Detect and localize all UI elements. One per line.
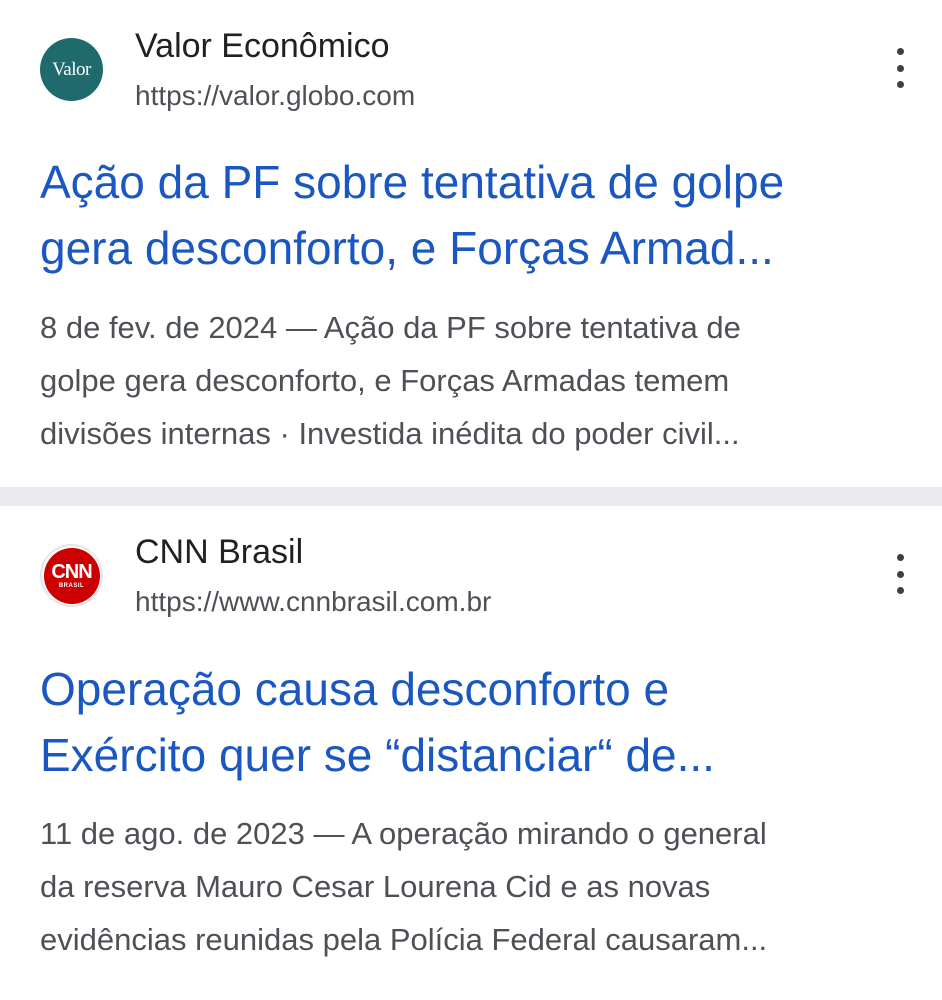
valor-logo-text: Valor: [52, 58, 91, 80]
result-title-line[interactable]: Operação causa desconforto e: [40, 656, 910, 722]
result-title-line[interactable]: Exército quer se “distanciar“ de...: [40, 722, 910, 788]
search-result-valor: Valor Valor Econômico https://valor.glob…: [0, 0, 942, 487]
snippet-line: da reserva Mauro Cesar Lourena Cid e as …: [40, 869, 711, 904]
site-url: https://valor.globo.com: [135, 80, 416, 111]
more-options-icon[interactable]: [888, 48, 912, 88]
snippet-line: evidências reunidas pela Polícia Federal…: [40, 922, 768, 957]
snippet-line: 11 de ago. de 2023 — A operação mirando …: [40, 816, 767, 851]
result-title-link[interactable]: Ação da PF sobre tentativa de golpe gera…: [40, 149, 910, 281]
result-source-row[interactable]: Valor Valor Econômico https://valor.glob…: [40, 26, 904, 116]
result-title-link[interactable]: Operação causa desconforto e Exército qu…: [40, 656, 910, 788]
snippet-line: divisões internas · Investida inédita do…: [40, 416, 740, 451]
site-name: Valor Econômico: [135, 27, 390, 65]
search-result-cnn: CNN BRASIL CNN Brasil https://www.cnnbra…: [0, 506, 942, 1000]
site-url: https://www.cnnbrasil.com.br: [135, 586, 492, 617]
cnn-logo-subtext: BRASIL: [58, 582, 85, 589]
snippet-line: 8 de fev. de 2024 — Ação da PF sobre ten…: [40, 310, 741, 345]
snippet-line: golpe gera desconforto, e Forças Armadas…: [40, 363, 730, 398]
valor-logo-icon: Valor: [40, 38, 103, 101]
cnn-logo-text: CNN: [51, 560, 92, 583]
result-source-row[interactable]: CNN BRASIL CNN Brasil https://www.cnnbra…: [40, 532, 904, 622]
result-divider: [0, 487, 942, 506]
result-snippet: 8 de fev. de 2024 — Ação da PF sobre ten…: [40, 301, 902, 460]
result-snippet: 11 de ago. de 2023 — A operação mirando …: [40, 807, 902, 966]
more-options-icon[interactable]: [888, 554, 912, 594]
cnn-brasil-logo-icon: CNN BRASIL: [40, 544, 103, 607]
result-title-line[interactable]: gera desconforto, e Forças Armad...: [40, 215, 910, 281]
site-name: CNN Brasil: [135, 533, 304, 571]
result-title-line[interactable]: Ação da PF sobre tentativa de golpe: [40, 149, 910, 215]
